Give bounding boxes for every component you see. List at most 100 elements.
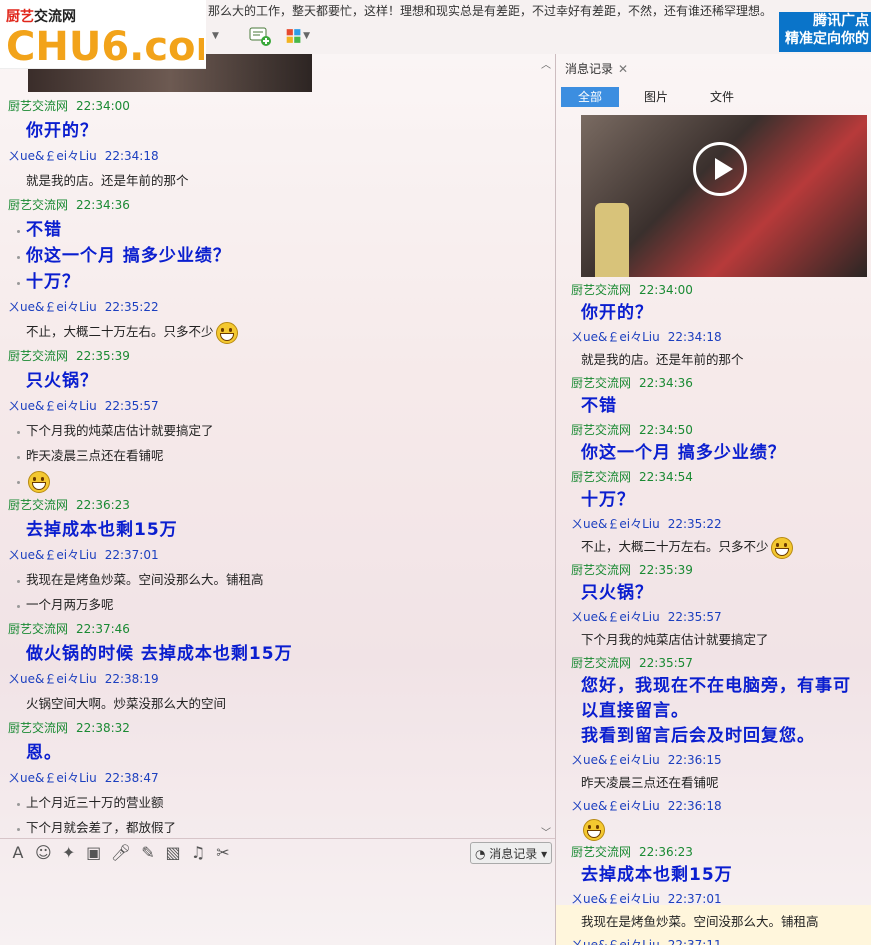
bullet-dot [17,430,20,434]
message-line: 不止，大概二十万左右。只多不少 [8,319,548,344]
message-text: 你开的？ [581,303,653,323]
message-text: 不止，大概二十万左右。只多不少 [581,539,769,554]
filter-images[interactable]: 图片 [627,87,685,107]
message-text: 就是我的店。还是年前的那个 [581,352,744,367]
message-text: 去掉成本也剩15万 [26,520,178,540]
sender-name[interactable]: ㄨue&￡ei々Liu [8,672,97,686]
message-header: ㄨue&￡ei々Liu 22:37:11 [571,934,871,945]
font-icon[interactable]: A [10,843,26,862]
sender-name[interactable]: 厨艺交流网 [571,423,631,437]
message-header: ㄨue&￡ei々Liu 22:35:57 [571,606,871,628]
message-line: 下个月就会差了，都放假了 [8,815,548,837]
timestamp: 22:36:18 [667,799,722,813]
filter-all[interactable]: 全部 [561,87,619,107]
sender-name[interactable]: 厨艺交流网 [571,283,631,297]
timestamp: 22:35:22 [667,517,722,531]
history-tab[interactable]: 消息记录 ✕ [565,60,628,77]
message-header: 厨艺交流网 22:35:57 [571,652,871,674]
filter-files[interactable]: 文件 [693,87,751,107]
top-toolbar: ▼ ▼ [210,22,310,50]
sender-name[interactable]: 厨艺交流网 [571,845,631,859]
chat-pane[interactable]: ︿ 厨艺交流网 22:34:00 你开的？ ㄨue&￡ei々Liu 22:34:18 就是… [0,54,556,837]
sender-name[interactable]: 厨艺交流网 [571,470,631,484]
message-header: ㄨue&￡ei々Liu 22:34:18 [571,326,871,348]
voice-icon[interactable]: 🎤︎ [111,843,131,862]
play-icon[interactable] [693,142,747,196]
message-header: 厨艺交流网 22:38:32 [8,716,548,740]
image-icon[interactable]: ▧ [165,843,181,862]
message-text: 昨天凌晨三点还在看铺呢 [581,775,719,790]
close-icon[interactable]: ✕ [618,62,628,76]
sender-name[interactable]: 厨艺交流网 [571,656,631,670]
sender-name[interactable]: 厨艺交流网 [8,498,68,512]
sender-name[interactable]: 厨艺交流网 [571,563,631,577]
edit-icon[interactable]: ✎ [140,843,156,862]
message-header: 厨艺交流网 22:34:50 [571,419,871,441]
bullet-dot [17,256,20,259]
message-text: 你这一个月 搞多少业绩？ [581,443,786,463]
message-line: 我现在是烤鱼炒菜。空间没那么大。铺租高 [571,910,871,934]
timestamp: 22:35:39 [639,563,693,577]
timestamp: 22:37:01 [667,892,722,906]
sender-name[interactable]: ㄨue&￡ei々Liu [8,399,97,413]
timestamp: 22:36:23 [639,845,693,859]
sender-name[interactable]: ㄨue&￡ei々Liu [571,799,660,813]
timestamp: 22:38:19 [104,672,159,686]
sender-name[interactable]: ㄨue&￡ei々Liu [571,753,660,767]
video-preview[interactable] [581,115,867,277]
bullet-dot [17,230,20,233]
sender-name[interactable]: 厨艺交流网 [8,721,68,735]
timestamp: 22:34:54 [639,470,693,484]
sender-name[interactable]: ㄨue&￡ei々Liu [8,300,97,314]
emoji-icon[interactable]: ☺ [35,843,52,862]
message-line: 去掉成本也剩15万 [571,863,871,888]
video-icon[interactable]: ▣ [86,843,102,862]
message-text: 只火锅？ [26,371,98,391]
message-line: 不错 [571,394,871,419]
sender-name[interactable]: ㄨue&￡ei々Liu [571,610,660,624]
history-button[interactable]: ◔ 消息记录 ▾ [470,842,552,864]
apps-grid-icon[interactable]: ▼ [286,25,310,47]
chat-message-list: 厨艺交流网 22:34:00 你开的？ ㄨue&￡ei々Liu 22:34:18 就是我的… [8,94,548,837]
sender-name[interactable]: ㄨue&￡ei々Liu [8,548,97,562]
message-header: 厨艺交流网 22:34:00 [8,94,548,118]
ad-banner[interactable]: 腾讯广点 精准定向你的 [779,12,871,52]
message-text: 做火锅的时候 去掉成本也剩15万 [26,644,293,664]
shake-icon[interactable]: ✦ [61,843,77,862]
scroll-up-icon[interactable]: ︿ [541,56,551,71]
sender-name[interactable]: ㄨue&￡ei々Liu [571,938,660,945]
bullet-dot [17,579,20,583]
timestamp: 22:37:01 [104,548,159,562]
screenshot-icon[interactable]: ✂ [215,843,231,862]
sender-name[interactable]: ㄨue&￡ei々Liu [8,149,97,163]
logo-wordmark: CHU6.com [6,24,204,66]
timestamp: 22:34:18 [667,330,722,344]
message-line: 你开的？ [8,118,548,144]
timestamp: 22:36:15 [667,753,722,767]
music-icon[interactable]: ♫ [190,843,206,862]
sender-name[interactable]: 厨艺交流网 [571,376,631,390]
scroll-down-icon[interactable]: ﹀ [541,824,551,837]
timestamp: 22:34:50 [639,423,693,437]
sender-name[interactable]: ㄨue&￡ei々Liu [8,771,97,785]
add-message-icon[interactable] [248,25,272,47]
message-text: 火锅空间大啊。炒菜没那么大的空间 [26,696,227,711]
history-button-label: 消息记录 [489,847,538,861]
message-line: 不错 [8,217,548,243]
bullet-dot [17,455,20,459]
sender-name[interactable]: 厨艺交流网 [8,198,68,212]
sender-name[interactable]: 厨艺交流网 [8,349,68,363]
sender-name[interactable]: ㄨue&￡ei々Liu [571,517,660,531]
message-text: 恩。 [26,743,62,763]
message-header: ㄨue&￡ei々Liu 22:35:22 [8,295,548,319]
message-header: ㄨue&￡ei々Liu 22:37:01 [8,543,548,567]
sender-name[interactable]: ㄨue&￡ei々Liu [571,892,660,906]
message-header: ㄨue&￡ei々Liu 22:34:18 [8,144,548,168]
message-line: 只火锅？ [571,581,871,606]
sender-name[interactable]: ㄨue&￡ei々Liu [571,330,660,344]
timestamp: 22:34:00 [76,99,130,113]
sender-name[interactable]: 厨艺交流网 [8,622,68,636]
input-toolbar: A ☺ ✦ ▣ 🎤︎ ✎ ▧ ♫ ✂ ◔ 消息记录 ▾ [0,838,556,869]
sender-name[interactable]: 厨艺交流网 [8,99,68,113]
dropdown-arrow-icon[interactable]: ▼ [210,25,234,47]
